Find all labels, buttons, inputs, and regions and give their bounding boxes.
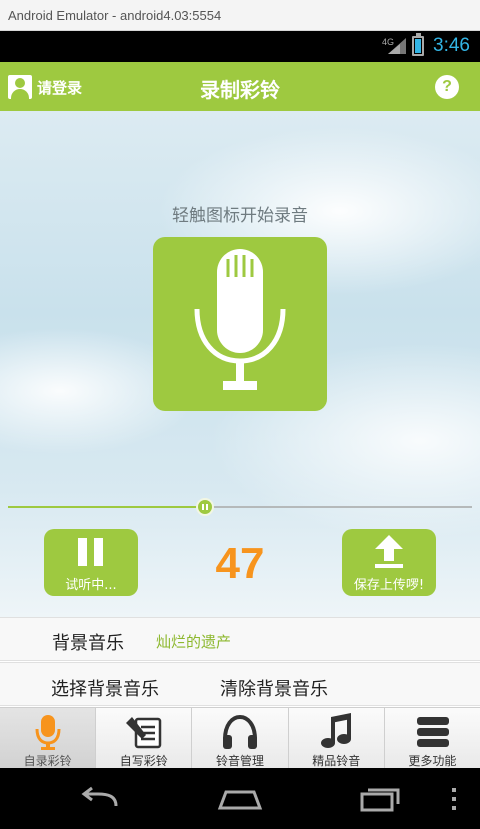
- clear-background-music-button[interactable]: 清除背景音乐: [220, 675, 328, 701]
- back-icon[interactable]: [78, 786, 122, 812]
- clock: 3:46: [433, 35, 470, 56]
- tab-label: 自写彩铃: [119, 754, 168, 768]
- playback-progress[interactable]: [8, 498, 472, 516]
- tab-label: 更多功能: [408, 754, 457, 768]
- background-music-current: 灿烂的遗产: [156, 633, 232, 651]
- background-music-actions: 选择背景音乐 清除背景音乐: [0, 662, 480, 706]
- menu-stack-icon: [416, 717, 449, 747]
- background-music-row: 背景音乐 灿烂的遗产: [0, 617, 480, 661]
- save-label: 保存上传啰!: [353, 578, 425, 593]
- battery-icon: [412, 33, 424, 56]
- pause-button[interactable]: 试听中...: [44, 529, 138, 596]
- signal-icon: [388, 38, 406, 54]
- save-upload-button[interactable]: 保存上传啰!: [342, 529, 436, 596]
- microphone-icon: [35, 715, 61, 750]
- progress-fill: [8, 506, 206, 508]
- record-button[interactable]: [153, 237, 327, 411]
- app-header: 请登录 录制彩铃 ?: [0, 62, 480, 111]
- system-navigation-bar: [0, 768, 480, 829]
- upload-icon: [375, 535, 403, 568]
- page-title: 录制彩铃: [200, 78, 280, 102]
- background-music-label: 背景音乐: [52, 633, 124, 654]
- tab-self-write[interactable]: 自写彩铃: [96, 708, 193, 768]
- tab-featured-ringtones[interactable]: 精品铃音: [289, 708, 385, 768]
- overflow-menu-icon[interactable]: [450, 788, 458, 810]
- help-button[interactable]: ?: [435, 75, 459, 99]
- tab-self-record[interactable]: 自录彩铃: [0, 708, 97, 768]
- progress-thumb[interactable]: [196, 498, 215, 516]
- bottom-tab-bar: 自录彩铃 自写彩铃 铃音管理 精品铃音 更多功能: [0, 707, 480, 768]
- recorder-panel: 轻触图标开始录音 试听中... 47 保存上传啰!: [0, 111, 480, 617]
- microphone-icon: [194, 249, 286, 390]
- tab-ringtone-manage[interactable]: 铃音管理: [192, 708, 289, 768]
- home-icon[interactable]: [216, 786, 264, 812]
- status-bar: 4G 3:46: [0, 31, 480, 62]
- emulator-title: Android Emulator - android4.03:5554: [0, 0, 480, 31]
- write-icon: [126, 717, 162, 749]
- tab-label: 自录彩铃: [23, 754, 72, 768]
- choose-background-music-button[interactable]: 选择背景音乐: [51, 675, 159, 701]
- countdown-counter: 47: [215, 539, 265, 588]
- record-hint: 轻触图标开始录音: [172, 206, 308, 226]
- tab-label: 精品铃音: [312, 754, 361, 768]
- tab-label: 铃音管理: [216, 754, 265, 768]
- headphones-icon: [223, 714, 258, 749]
- pause-label: 试听中...: [65, 578, 117, 593]
- pause-icon: [78, 538, 104, 566]
- recent-apps-icon[interactable]: [358, 786, 402, 812]
- music-note-icon: [320, 713, 351, 748]
- tab-more-features[interactable]: 更多功能: [385, 708, 480, 768]
